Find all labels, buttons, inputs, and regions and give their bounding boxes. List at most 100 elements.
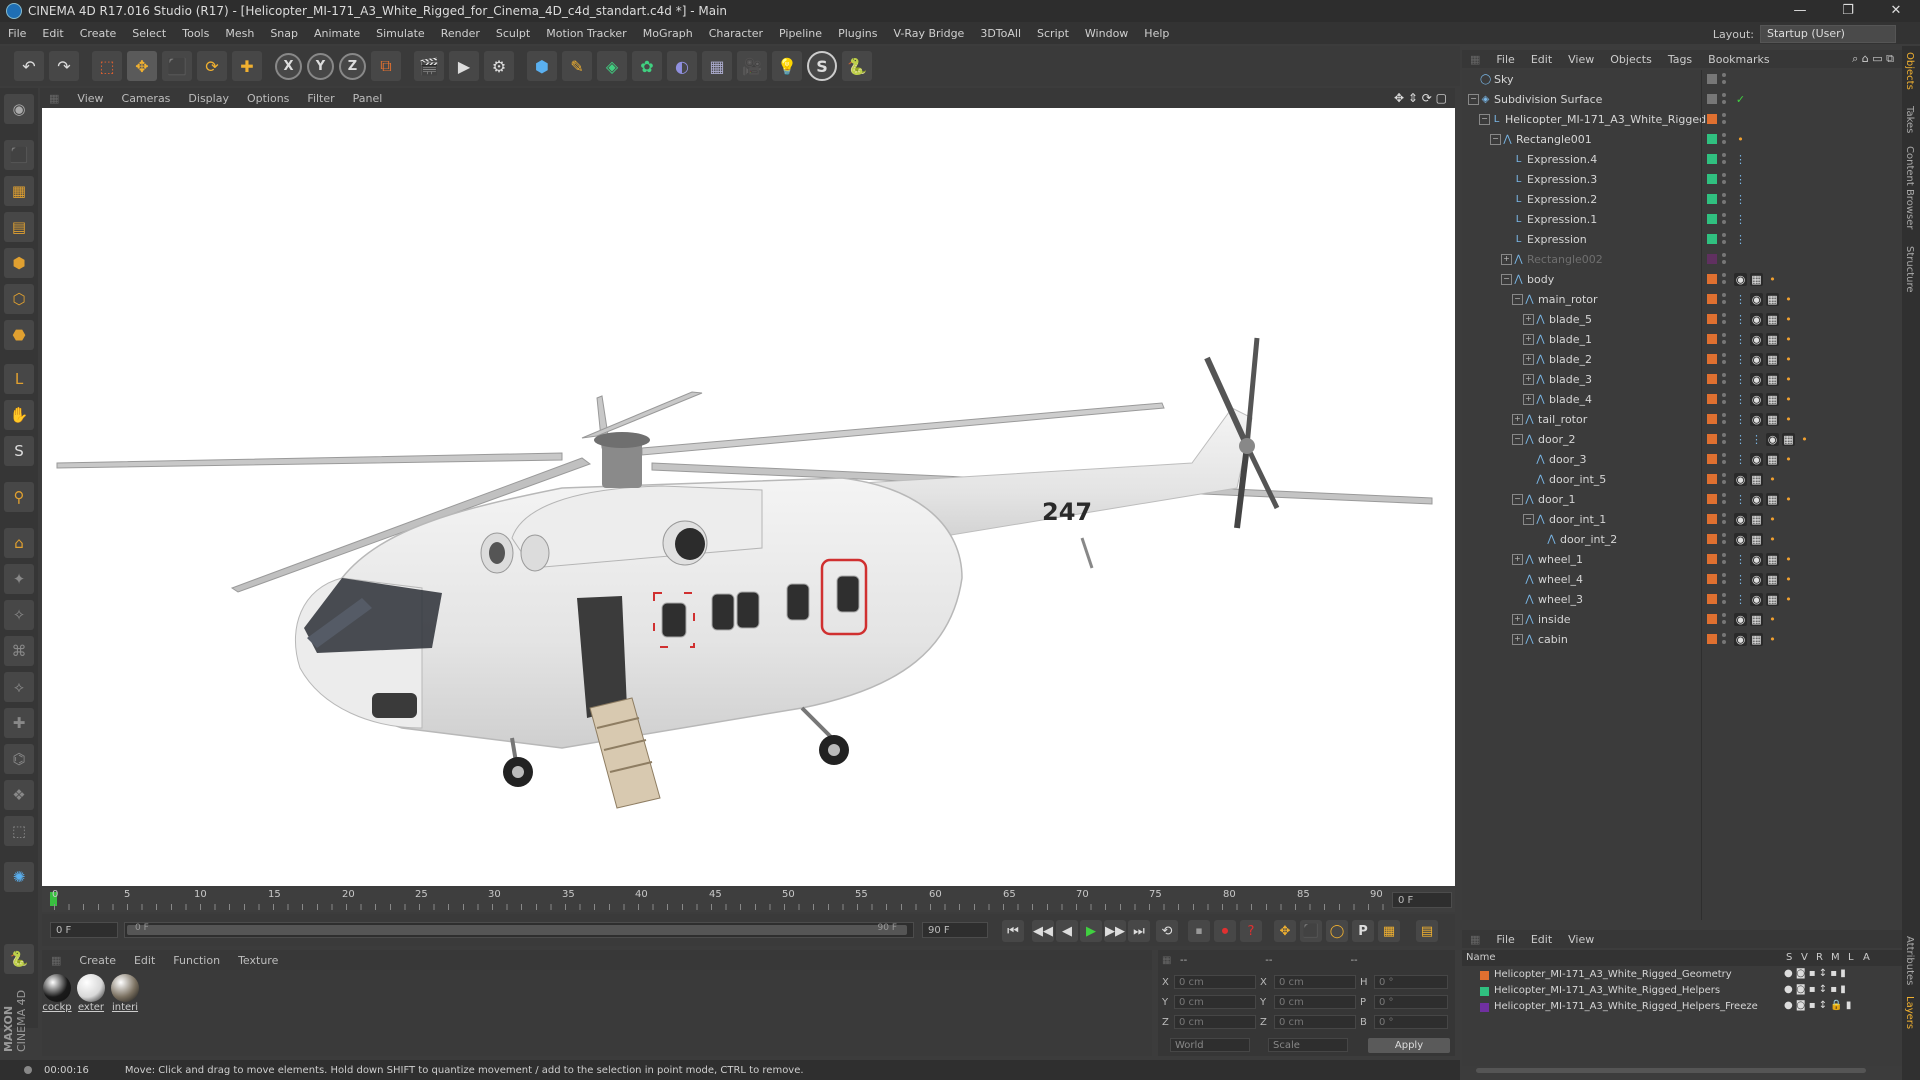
menu-create[interactable]: Create: [72, 27, 125, 40]
uvw-tag-icon[interactable]: ▦: [1766, 593, 1779, 606]
layer-color-swatch[interactable]: [1707, 94, 1717, 104]
camera-object-button[interactable]: 🎥: [737, 51, 767, 81]
uvw-tag-icon[interactable]: ▦: [1766, 413, 1779, 426]
undo-button[interactable]: ↶: [14, 51, 44, 81]
tab-layers[interactable]: Layers: [1904, 996, 1915, 1029]
editor-visibility-dot[interactable]: [1722, 493, 1726, 497]
texture-mode-button[interactable]: ▦: [4, 176, 34, 206]
editor-visibility-dot[interactable]: [1722, 153, 1726, 157]
range-slider-handle[interactable]: [127, 925, 907, 935]
viewport-navigation-icons[interactable]: ✥ ⇕ ⟳ ▢: [1394, 91, 1447, 105]
object-row[interactable]: ⋀ wheel_3 ⋮ ◉ ▦ •: [1462, 590, 1902, 610]
uvw-tag-icon[interactable]: ▦: [1750, 533, 1763, 546]
xpresso-tag-icon[interactable]: ⋮: [1734, 153, 1747, 166]
xpresso-tag-icon[interactable]: ⋮: [1734, 413, 1747, 426]
display-tag-icon[interactable]: •: [1782, 373, 1795, 386]
key-rotation-button[interactable]: ◯: [1326, 920, 1348, 942]
material-menu-function[interactable]: Function: [164, 954, 229, 967]
xpresso-tag-icon[interactable]: ⋮: [1734, 333, 1747, 346]
menu-plugins[interactable]: Plugins: [830, 27, 885, 40]
pen-spline-button[interactable]: ✎: [562, 51, 592, 81]
object-row[interactable]: ⋀ wheel_4 ⋮ ◉ ▦ •: [1462, 570, 1902, 590]
material-menu-texture[interactable]: Texture: [229, 954, 287, 967]
layer-color-swatch[interactable]: [1707, 614, 1717, 624]
uvw-tag-icon[interactable]: ▦: [1750, 633, 1763, 646]
editor-visibility-dot[interactable]: [1722, 113, 1726, 117]
display-tag-icon[interactable]: •: [1782, 573, 1795, 586]
editor-visibility-dot[interactable]: [1722, 613, 1726, 617]
brush-tool-1-button[interactable]: ✦: [4, 564, 34, 594]
uvw-tag-icon[interactable]: ▦: [1766, 333, 1779, 346]
collapse-icon[interactable]: −: [1512, 494, 1523, 505]
uvw-tag-icon[interactable]: ▦: [1766, 373, 1779, 386]
layer-color-swatch[interactable]: [1707, 574, 1717, 584]
render-visibility-dot[interactable]: [1722, 140, 1726, 144]
texture-tag-icon[interactable]: ◉: [1750, 573, 1763, 586]
texture-tag-icon[interactable]: ◉: [1750, 333, 1763, 346]
editor-visibility-dot[interactable]: [1722, 333, 1726, 337]
editor-visibility-dot[interactable]: [1722, 93, 1726, 97]
layer-color-swatch[interactable]: [1707, 294, 1717, 304]
render-visibility-dot[interactable]: [1722, 500, 1726, 504]
layer-color-swatch[interactable]: [1707, 514, 1717, 524]
display-tag-icon[interactable]: •: [1734, 133, 1747, 146]
checker-button[interactable]: ✺: [4, 862, 34, 892]
layer-color-swatch[interactable]: [1707, 334, 1717, 344]
render-visibility-dot[interactable]: [1722, 200, 1726, 204]
uvw-tag-icon[interactable]: ▦: [1750, 613, 1763, 626]
render-visibility-dot[interactable]: [1722, 240, 1726, 244]
editor-visibility-dot[interactable]: [1722, 513, 1726, 517]
uvw-tag-icon[interactable]: ▦: [1766, 293, 1779, 306]
tab-structure[interactable]: Structure: [1904, 246, 1915, 293]
editor-visibility-dot[interactable]: [1722, 413, 1726, 417]
key-position-button[interactable]: ✥: [1274, 920, 1296, 942]
timeline-window-button[interactable]: ▤: [1416, 920, 1438, 942]
menu-render[interactable]: Render: [433, 27, 488, 40]
object-row[interactable]: − L Helicopter_MI-171_A3_White_Rigged: [1462, 110, 1902, 130]
texture-tag-icon[interactable]: ◉: [1750, 313, 1763, 326]
render-visibility-dot[interactable]: [1722, 520, 1726, 524]
menu-edit[interactable]: Edit: [34, 27, 71, 40]
om-menu-objects[interactable]: Objects: [1602, 53, 1660, 66]
object-row[interactable]: + ⋀ blade_3 ⋮ ◉ ▦ •: [1462, 370, 1902, 390]
om-menu-view[interactable]: View: [1560, 53, 1602, 66]
menu-motion-tracker[interactable]: Motion Tracker: [538, 27, 634, 40]
lm-menu-edit[interactable]: Edit: [1523, 933, 1560, 946]
om-menu-bookmarks[interactable]: Bookmarks: [1700, 53, 1777, 66]
display-tag-icon[interactable]: •: [1766, 633, 1779, 646]
texture-tag-icon[interactable]: ◉: [1750, 413, 1763, 426]
range-slider[interactable]: 0 F 90 F: [124, 922, 914, 938]
tab-takes[interactable]: Takes: [1904, 106, 1915, 133]
object-row[interactable]: − ⋀ main_rotor ⋮ ◉ ▦ •: [1462, 290, 1902, 310]
texture-tag-icon[interactable]: ◉: [1766, 433, 1779, 446]
end-frame-field[interactable]: 90 F: [922, 922, 988, 938]
editor-visibility-dot[interactable]: [1722, 273, 1726, 277]
render-visibility-dot[interactable]: [1722, 380, 1726, 384]
render-visibility-dot[interactable]: [1722, 100, 1726, 104]
scale-tool-button[interactable]: ⬛: [162, 51, 192, 81]
layout-dropdown[interactable]: Startup (User): [1760, 25, 1896, 43]
om-menu-tags[interactable]: Tags: [1660, 53, 1700, 66]
object-row[interactable]: + ⋀ inside ◉ ▦ •: [1462, 610, 1902, 630]
menu-script[interactable]: Script: [1029, 27, 1077, 40]
3d-viewport[interactable]: 247: [42, 108, 1455, 886]
world-dropdown[interactable]: World: [1170, 1038, 1250, 1052]
object-row[interactable]: − ◈ Subdivision Surface ✓: [1462, 90, 1902, 110]
texture-tag-icon[interactable]: ◉: [1750, 373, 1763, 386]
vray-button[interactable]: S: [807, 51, 837, 81]
lm-menu-view[interactable]: View: [1560, 933, 1602, 946]
xpresso-tag-icon[interactable]: ⋮: [1734, 433, 1747, 446]
display-tag-icon[interactable]: •: [1766, 513, 1779, 526]
menu-simulate[interactable]: Simulate: [368, 27, 433, 40]
xpresso-tag-icon[interactable]: ⋮: [1734, 593, 1747, 606]
render-visibility-dot[interactable]: [1722, 300, 1726, 304]
timeline-ruler[interactable]: 0 5 10 15 20 25 30 35 40 45 50 55 60 65 …: [42, 888, 1455, 912]
display-tag-icon[interactable]: •: [1782, 553, 1795, 566]
render-visibility-dot[interactable]: [1722, 320, 1726, 324]
xpresso-tag-icon[interactable]: ⋮: [1734, 493, 1747, 506]
previous-key-button[interactable]: ◀◀: [1032, 920, 1054, 942]
layer-row[interactable]: Helicopter_MI-171_A3_White_Rigged_Helper…: [1462, 1000, 1902, 1015]
object-row[interactable]: + ⋀ tail_rotor ⋮ ◉ ▦ •: [1462, 410, 1902, 430]
brush-tool-4-button[interactable]: ⟡: [4, 672, 34, 702]
object-row[interactable]: ⋀ door_int_5 ◉ ▦ •: [1462, 470, 1902, 490]
